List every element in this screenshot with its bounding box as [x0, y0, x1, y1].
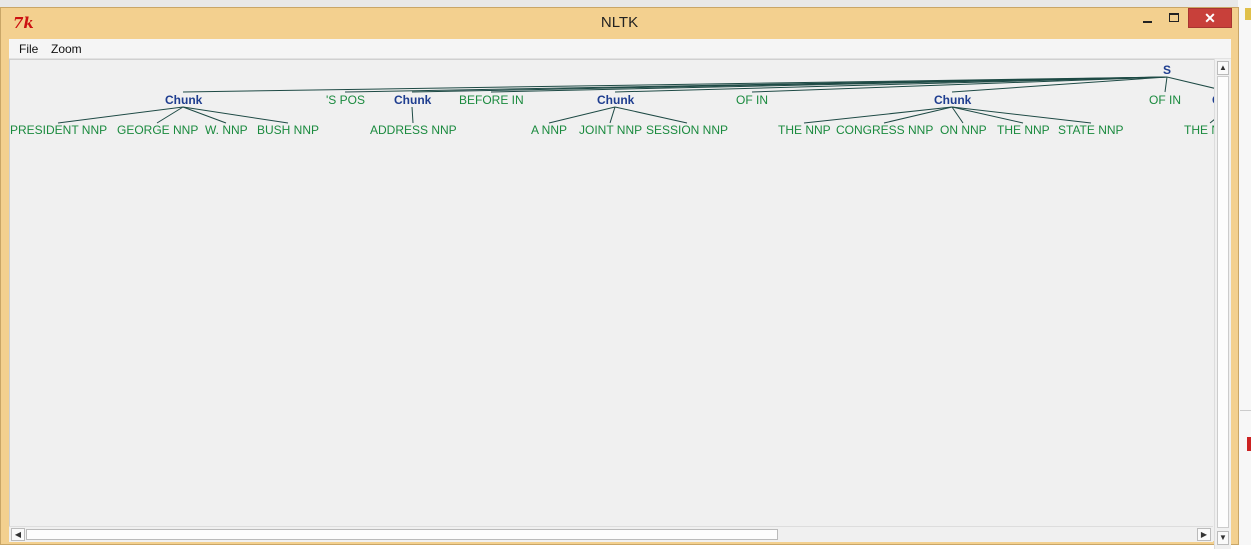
tree-chunk-node[interactable]: Chunk — [394, 93, 431, 107]
tree-leaf-node[interactable]: W. NNP — [205, 123, 248, 137]
tree-edge — [883, 106, 953, 124]
maximize-button[interactable] — [1161, 8, 1187, 28]
window-title: NLTK — [600, 14, 639, 31]
tree-edge — [182, 106, 289, 124]
tree-edge — [1164, 76, 1168, 93]
tree-leaf-node[interactable]: A NNP — [531, 123, 567, 137]
background-divider — [1240, 410, 1251, 411]
title-bar[interactable]: 7k NLTK ✕ — [1, 8, 1238, 38]
tree-root-node[interactable]: S — [1163, 63, 1171, 77]
tree-leaf-node[interactable]: ADDRESS NNP — [370, 123, 457, 137]
tree-edge — [614, 106, 688, 124]
maximize-icon — [1169, 13, 1179, 22]
tree-leaf-node[interactable]: PRESIDENT NNP — [10, 123, 107, 137]
tree-leaf-node[interactable]: OF IN — [736, 93, 768, 107]
client-area: File Zoom S Chunk PRESIDENT NNP GEORGE NNP W… — [9, 39, 1231, 549]
scroll-down-button[interactable]: ▼ — [1217, 531, 1229, 545]
nltk-window: 7k NLTK ✕ File Zoom S Chunk PRESIDENT NNP G… — [0, 7, 1239, 549]
scroll-left-button[interactable]: ◀ — [11, 528, 25, 541]
vertical-scroll-thumb[interactable] — [1217, 76, 1229, 528]
tree-leaf-node[interactable]: THE NNP — [997, 123, 1050, 137]
background-red-mark — [1247, 437, 1251, 451]
tree-leaf-node[interactable]: GEORGE NNP — [117, 123, 198, 137]
tree-edge — [609, 106, 616, 124]
minimize-button[interactable] — [1133, 8, 1159, 28]
tree-leaf-node[interactable]: BEFORE IN — [459, 93, 524, 107]
tree-edge — [57, 106, 184, 124]
tree-edge — [951, 106, 1092, 124]
close-icon: ✕ — [1204, 10, 1216, 26]
tree-leaf-node[interactable]: BUSH NNP — [257, 123, 319, 137]
background-folder-icon — [1245, 8, 1251, 20]
horizontal-scroll-thumb[interactable] — [26, 529, 778, 540]
close-button[interactable]: ✕ — [1188, 8, 1232, 28]
tree-edge — [548, 106, 616, 124]
horizontal-scrollbar[interactable]: ◀ ▶ — [9, 526, 1213, 542]
tree-chunk-node[interactable]: Chunk — [597, 93, 634, 107]
minimize-icon — [1143, 21, 1152, 23]
tree-edge — [182, 106, 227, 124]
tree-leaf-node[interactable]: SESSION NNP — [646, 123, 728, 137]
scroll-up-button[interactable]: ▲ — [1217, 61, 1229, 75]
menu-file[interactable]: File — [19, 42, 38, 56]
vertical-scrollbar[interactable]: ▲ ▼ — [1214, 59, 1231, 549]
tree-chunk-node[interactable]: Chunk — [165, 93, 202, 107]
tree-leaf-node[interactable]: OF IN — [1149, 93, 1181, 107]
tree-canvas[interactable]: S Chunk PRESIDENT NNP GEORGE NNP W. NNP BUSH … — [9, 59, 1214, 526]
tree-leaf-node[interactable]: 'S POS — [326, 93, 365, 107]
tree-chunk-node[interactable]: Chunk — [934, 93, 971, 107]
tree-leaf-node[interactable]: STATE NNP — [1058, 123, 1124, 137]
tree-leaf-node[interactable]: CONGRESS NNP — [836, 123, 933, 137]
tree-leaf-node[interactable]: THE NNP — [1184, 123, 1214, 137]
tree-edge — [803, 106, 953, 124]
tree-leaf-node[interactable]: JOINT NNP — [579, 123, 642, 137]
background-app-edge — [1238, 0, 1251, 545]
tree-leaf-node[interactable]: THE NNP — [778, 123, 831, 137]
tree-edge — [1166, 76, 1214, 89]
menu-zoom[interactable]: Zoom — [51, 42, 82, 56]
tree-leaf-node[interactable]: ON NNP — [940, 123, 987, 137]
scroll-right-button[interactable]: ▶ — [1197, 528, 1211, 541]
tree-edge — [951, 106, 1024, 124]
tree-edge — [411, 106, 414, 124]
menu-bar: File Zoom — [9, 39, 1231, 59]
